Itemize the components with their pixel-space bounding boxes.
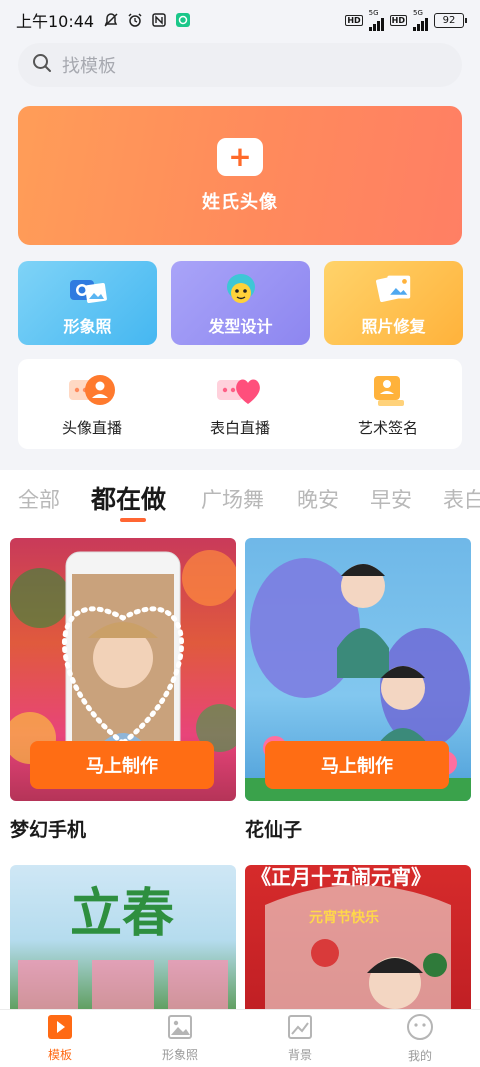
hairstyle-avatar-icon [221, 271, 261, 307]
lantern-sub-text: 元宵节快乐 [309, 910, 379, 926]
template-card-dream-phone[interactable]: 马上制作 [10, 538, 236, 801]
nav-templates[interactable]: 模板 [0, 1010, 120, 1067]
hd-badge: HD [345, 14, 363, 26]
feature-photo-restore[interactable]: 照片修复 [324, 261, 463, 345]
quick-art-signature[interactable]: 艺术签名 [314, 359, 462, 449]
make-now-button[interactable]: 马上制作 [30, 741, 214, 789]
bottom-nav: 模板 形象照 背景 我的 [0, 1009, 480, 1067]
spring-art-text: 立春 [70, 883, 175, 944]
template-card-flower-fairy[interactable]: 马上制作 [245, 538, 471, 801]
network-type-2: 5G [413, 8, 423, 17]
nav-label: 模板 [47, 1048, 72, 1062]
feature-hairstyle-design[interactable]: 发型设计 [171, 261, 310, 345]
feature-portrait-photo[interactable]: 形象照 [18, 261, 157, 345]
avatar-live-icon [66, 371, 118, 409]
status-notification-icons [102, 11, 192, 29]
quick-avatar-live[interactable]: 头像直播 [18, 359, 166, 449]
tab-confession[interactable]: 表白 [443, 484, 480, 514]
network-type: 5G [368, 8, 379, 17]
play-icon [47, 1014, 73, 1044]
quick-actions: 头像直播 表白直播 艺术签名 [18, 359, 462, 449]
battery-icon: 92 [434, 12, 467, 28]
image-icon [167, 1014, 193, 1044]
nfc-icon [150, 11, 168, 29]
signature-stamp-icon [362, 371, 414, 409]
nav-label: 背景 [287, 1048, 312, 1062]
search-bar[interactable]: 找模板 [18, 43, 462, 87]
banner-title: 姓氏头像 [202, 191, 278, 213]
nav-portrait[interactable]: 形象照 [120, 1010, 240, 1067]
quick-label: 表白直播 [209, 418, 270, 437]
feature-label: 形象照 [63, 317, 112, 336]
tab-square-dance[interactable]: 广场舞 [201, 484, 264, 514]
nav-label: 形象照 [161, 1048, 198, 1062]
tab-all[interactable]: 全部 [18, 484, 60, 514]
search-placeholder: 找模板 [62, 56, 116, 77]
lantern-art-text: 《正月十五闹元宵》 [251, 865, 431, 889]
heart-live-icon [214, 371, 266, 409]
template-title: 梦幻手机 [10, 819, 87, 841]
category-tabs: 全部 都在做 广场舞 晚安 早安 表白 [0, 478, 480, 526]
template-card-lantern-festival[interactable]: 《正月十五闹元宵》 元宵节快乐 [245, 865, 471, 1015]
tab-good-night[interactable]: 晚安 [297, 484, 339, 514]
active-tab-indicator [120, 518, 146, 522]
app-screen: 上午10:44 HD 5G HD 5G 92 找模板 + 姓氏头像 形象照 发型… [0, 0, 480, 1067]
status-bar: 上午10:44 HD 5G HD 5G 92 [0, 0, 480, 40]
feature-label: 发型设计 [208, 317, 273, 336]
mute-icon [102, 11, 120, 29]
status-right: HD 5G HD 5G 92 [345, 8, 467, 31]
status-time: 上午10:44 [16, 12, 95, 31]
quick-label: 艺术签名 [357, 418, 418, 437]
quick-love-live[interactable]: 表白直播 [166, 359, 314, 449]
plus-icon: + [217, 137, 263, 176]
surname-avatar-banner[interactable]: + 姓氏头像 [18, 106, 462, 245]
nav-background[interactable]: 背景 [240, 1010, 360, 1067]
chart-image-icon [287, 1014, 313, 1044]
template-title: 花仙子 [245, 819, 303, 841]
photo-frames-icon [374, 271, 414, 307]
tab-trending[interactable]: 都在做 [91, 480, 166, 516]
feature-label: 照片修复 [361, 317, 426, 336]
signal-icon [368, 17, 384, 31]
app-notification-icon [174, 11, 192, 29]
search-icon [32, 53, 52, 77]
tab-good-morning[interactable]: 早安 [370, 484, 412, 514]
quick-label: 头像直播 [61, 418, 122, 437]
hd-badge-2: HD [389, 14, 407, 26]
smiley-profile-icon [406, 1013, 434, 1045]
battery-level: 92 [442, 14, 456, 26]
nav-label: 我的 [407, 1049, 432, 1063]
make-now-button[interactable]: 马上制作 [265, 741, 449, 789]
alarm-icon [126, 11, 144, 29]
signal-icon-2 [413, 17, 428, 31]
nav-mine[interactable]: 我的 [360, 1010, 480, 1067]
template-card-spring[interactable]: 立春 [10, 865, 236, 1015]
camera-photo-icon [68, 271, 108, 307]
